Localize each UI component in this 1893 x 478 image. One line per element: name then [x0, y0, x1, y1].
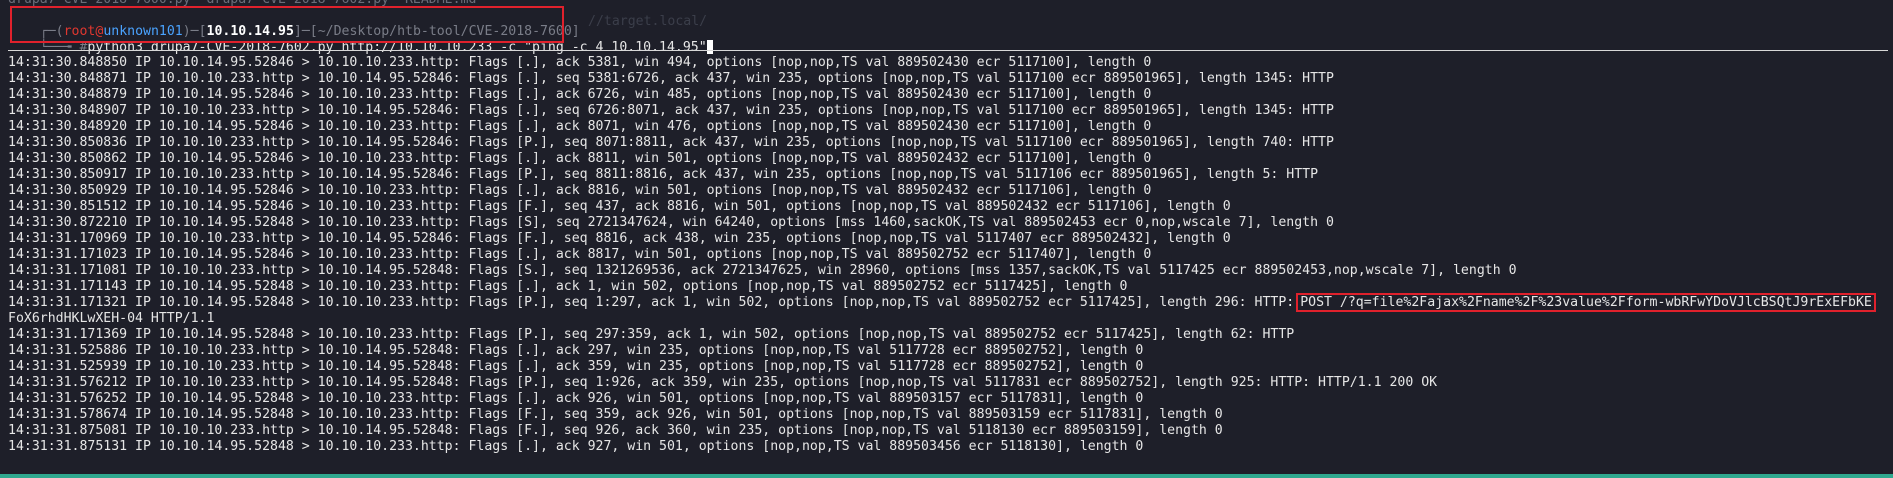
log-line: 14:31:30.848871 IP 10.10.10.233.http > 1… — [8, 71, 1334, 86]
log-line: 14:31:30.850862 IP 10.10.14.95.52846 > 1… — [8, 151, 1152, 166]
post-request-wrap: FoX6rhdHKLwXEH-04 HTTP/1.1 — [8, 311, 215, 326]
log-line: 14:31:31.525886 IP 10.10.10.233.http > 1… — [8, 343, 1144, 358]
post-request-line: 14:31:31.171321 IP 10.10.14.95.52848 > 1… — [8, 293, 1893, 312]
text-cursor — [706, 40, 713, 54]
log-line: 14:31:30.850917 IP 10.10.10.233.http > 1… — [8, 167, 1319, 182]
log-line: 14:31:30.872210 IP 10.10.14.95.52848 > 1… — [8, 215, 1334, 230]
packet-log: 14:31:30.848850 IP 10.10.14.95.52846 > 1… — [8, 55, 1893, 455]
log-line: 14:31:30.850929 IP 10.10.14.95.52846 > 1… — [8, 183, 1152, 198]
log-line: 14:31:31.578674 IP 10.10.14.95.52848 > 1… — [8, 407, 1223, 422]
log-block-before: 14:31:30.848850 IP 10.10.14.95.52846 > 1… — [8, 55, 1893, 295]
post-request-highlight: POST /?q=file%2Fajax%2Fname%2F%23value%2… — [1296, 293, 1876, 312]
log-line: 14:31:31.576212 IP 10.10.10.233.http > 1… — [8, 375, 1438, 390]
log-line: 14:31:31.576252 IP 10.10.14.95.52848 > 1… — [8, 391, 1144, 406]
log-line: 14:31:30.851512 IP 10.10.14.95.52846 > 1… — [8, 199, 1231, 214]
log-line: 14:31:30.850836 IP 10.10.10.233.http > 1… — [8, 135, 1334, 150]
log-line: 14:31:31.171023 IP 10.10.14.95.52846 > 1… — [8, 247, 1152, 262]
status-bar — [0, 474, 1893, 478]
log-line: 14:31:31.171369 IP 10.10.14.95.52848 > 1… — [8, 327, 1295, 342]
separator-line — [8, 50, 1888, 51]
command-highlight-box — [10, 6, 564, 43]
post-line-prefix: 14:31:31.171321 IP 10.10.14.95.52848 > 1… — [8, 295, 1295, 310]
log-line: 14:31:31.525939 IP 10.10.10.233.http > 1… — [8, 359, 1144, 374]
log-line: 14:31:30.848850 IP 10.10.14.95.52846 > 1… — [8, 55, 1152, 70]
log-line: 14:31:31.170969 IP 10.10.10.233.http > 1… — [8, 231, 1231, 246]
log-line: 14:31:31.875081 IP 10.10.10.233.http > 1… — [8, 423, 1223, 438]
log-line: 14:31:30.848907 IP 10.10.10.233.http > 1… — [8, 103, 1334, 118]
log-line: 14:31:30.848879 IP 10.10.14.95.52846 > 1… — [8, 87, 1152, 102]
log-line: 14:31:31.171081 IP 10.10.10.233.http > 1… — [8, 263, 1517, 278]
log-block-after: 14:31:31.171369 IP 10.10.14.95.52848 > 1… — [8, 327, 1893, 455]
log-line: 14:31:31.875131 IP 10.10.14.95.52848 > 1… — [8, 439, 1144, 454]
log-line: 14:31:30.848920 IP 10.10.14.95.52846 > 1… — [8, 119, 1152, 134]
